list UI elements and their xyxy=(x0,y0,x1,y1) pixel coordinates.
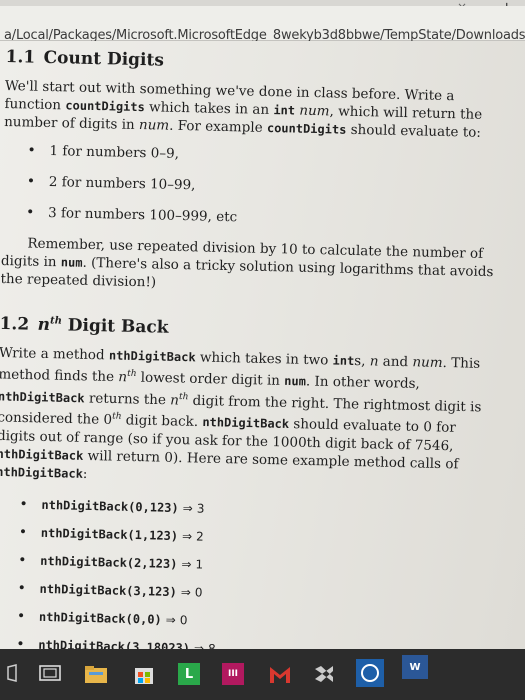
list-item: • 3 for numbers 100–999, etc xyxy=(25,204,238,226)
section-number: 1.1 xyxy=(5,46,36,68)
list-item: • nthDigitBack(0,0) ⇒ 0 xyxy=(16,607,188,627)
count-digits-paragraph: We'll start out with something we've don… xyxy=(3,77,483,141)
list-item: • nthDigitBack(2,123) ⇒ 1 xyxy=(18,551,204,572)
task-view-icon[interactable] xyxy=(6,663,20,687)
count-digits-list: • 1 for numbers 0–9, • 2 for numbers 10–99… xyxy=(2,141,504,232)
list-item: • 2 for numbers 10–99, xyxy=(26,173,196,194)
list-item: • nthDigitBack(0,123) ⇒ 3 xyxy=(19,495,205,516)
document-content: 1.1 Count Digits We'll start out with som… xyxy=(0,41,506,649)
word-icon[interactable]: W xyxy=(402,655,428,679)
list-item: • nthDigitBack(3,18023) ⇒ 8 xyxy=(16,635,216,649)
nth-digit-paragraph: Write a method nthDigitBack which takes … xyxy=(0,344,482,482)
section-heading-nth-digit-back: 1.2 nth Digit Back xyxy=(0,313,169,338)
nth-digit-examples: • nthDigitBack(0,123) ⇒ 3 • nthDigitBack(1,1… xyxy=(0,494,496,649)
store-icon[interactable] xyxy=(132,663,156,689)
list-item: • nthDigitBack(3,123) ⇒ 0 xyxy=(17,579,203,600)
task-view-button-icon[interactable] xyxy=(38,663,62,687)
division-hint-paragraph: Remember, use repeated division by 10 to… xyxy=(0,235,494,291)
app-l-icon[interactable]: L xyxy=(178,663,200,685)
app-bars-icon[interactable]: III xyxy=(222,663,244,685)
mail-m-icon[interactable] xyxy=(268,663,292,689)
list-item: • nthDigitBack(1,123) ⇒ 2 xyxy=(18,523,204,544)
address-bar[interactable]: a/Local/Packages/Microsoft.MicrosoftEdge… xyxy=(0,6,525,43)
vs-icon[interactable] xyxy=(312,663,336,689)
section-number: 1.2 xyxy=(0,313,30,335)
edge-icon[interactable] xyxy=(356,659,384,691)
file-explorer-icon[interactable] xyxy=(84,663,108,689)
pdf-page: 1.1 Count Digits We'll start out with som… xyxy=(0,41,525,649)
list-item: • 1 for numbers 0–9, xyxy=(27,142,180,162)
taskbar: L III W xyxy=(0,649,525,700)
section-heading-count-digits: 1.1 Count Digits xyxy=(5,47,505,78)
section-title: Count Digits xyxy=(43,47,165,71)
